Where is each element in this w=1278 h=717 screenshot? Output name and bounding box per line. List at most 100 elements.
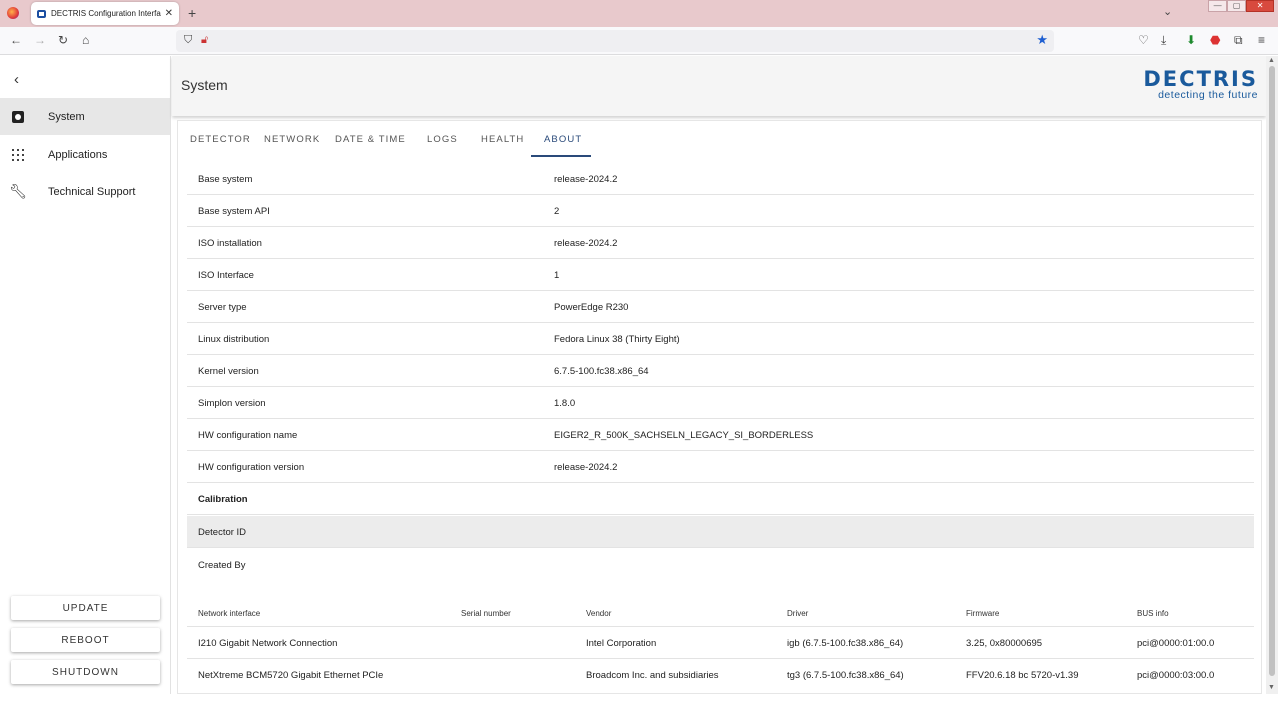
info-key: Base system API — [198, 206, 270, 217]
info-value: 1 — [554, 270, 560, 281]
info-key: Linux distribution — [198, 334, 270, 345]
info-key: Simplon version — [198, 398, 266, 409]
info-row-base-system-api: Base system API 2 — [187, 195, 1254, 227]
info-row-linux-distribution: Linux distribution Fedora Linux 38 (Thir… — [187, 323, 1254, 355]
back-arrow-icon[interactable]: ← — [10, 33, 22, 47]
info-row-iso-installation: ISO installation release-2024.2 — [187, 227, 1254, 259]
info-row-iso-interface: ISO Interface 1 — [187, 259, 1254, 291]
shutdown-button[interactable]: SHUTDOWN — [11, 660, 160, 684]
info-row-base-system: Base system release-2024.2 — [187, 163, 1254, 195]
info-key: HW configuration version — [198, 462, 305, 473]
sidebar-item-system[interactable]: System — [0, 98, 170, 135]
table-cell: FFV20.6.18 bc 5720-v1.39 — [966, 670, 1079, 681]
wrench-icon: 🔧︎ — [9, 183, 27, 199]
forward-arrow-icon[interactable]: → — [34, 33, 46, 47]
update-button[interactable]: UPDATE — [11, 596, 160, 620]
column-header: Network interface — [198, 609, 261, 618]
scrollbar-thumb[interactable] — [1269, 66, 1275, 676]
tab-list-icon[interactable]: ⌄ — [1163, 5, 1172, 18]
apps-grid-icon — [11, 148, 25, 162]
tab-health[interactable]: HEALTH — [481, 134, 524, 145]
table-row: I210 Gigabit Network Connection Intel Co… — [187, 627, 1254, 659]
table-cell: pci@0000:03:00.0 — [1137, 670, 1215, 681]
sidebar-item-label: System — [48, 110, 85, 123]
column-header: Vendor — [586, 609, 612, 618]
browser-tabbar: DECTRIS Configuration Interface ✕ + ⌄ — … — [0, 0, 1278, 27]
info-value: 1.8.0 — [554, 398, 576, 409]
tab-bar: DETECTOR NETWORK DATE & TIME LOGS HEALTH… — [178, 121, 1261, 157]
page-scrollbar[interactable]: ▲ ▼ — [1266, 56, 1278, 694]
page-title: System — [181, 77, 228, 93]
sidebar: ‹ System Applications 🔧︎ Technical Suppo… — [0, 56, 171, 694]
scroll-down-icon[interactable]: ▼ — [1268, 684, 1275, 691]
tab-detector[interactable]: DETECTOR — [190, 134, 251, 145]
downloads-icon[interactable]: ⤓ — [1161, 33, 1166, 48]
home-icon[interactable]: ⌂ — [82, 33, 89, 47]
info-value: Fedora Linux 38 (Thirty Eight) — [554, 334, 680, 345]
table-row: NetXtreme BCM5720 Gigabit Ethernet PCIe … — [187, 659, 1254, 691]
active-tab-indicator — [531, 155, 591, 157]
table-cell: NetXtreme BCM5720 Gigabit Ethernet PCIe — [198, 670, 384, 681]
table-cell: I210 Gigabit Network Connection — [198, 638, 338, 649]
new-tab-button[interactable]: + — [188, 5, 196, 21]
table-cell: pci@0000:01:00.0 — [1137, 638, 1215, 649]
reboot-button[interactable]: REBOOT — [11, 628, 160, 652]
download-green-icon[interactable]: ⬇ — [1186, 33, 1196, 47]
menu-icon[interactable]: ≡ — [1258, 33, 1265, 47]
tab-close-icon[interactable]: ✕ — [165, 8, 173, 19]
system-icon — [11, 110, 25, 124]
adblock-icon[interactable]: ⬣ — [1210, 33, 1220, 47]
close-window-button[interactable]: ✕ — [1246, 0, 1274, 12]
dectris-favicon-icon — [37, 9, 46, 18]
sidebar-item-technical-support[interactable]: 🔧︎ Technical Support — [0, 173, 170, 210]
table-cell: Broadcom Inc. and subsidiaries — [586, 670, 719, 681]
browser-navbar: ← → ↻ ⌂ ⛉ 🔓︎ ★ ♡ ⤓ ⬇ ⬣ ⧉ ≡ — [0, 27, 1278, 55]
info-key: Kernel version — [198, 366, 259, 377]
maximize-button[interactable]: ▢ — [1227, 0, 1247, 12]
tab-about[interactable]: ABOUT — [544, 134, 582, 145]
page-header: System DECTRIS detecting the future — [172, 56, 1266, 116]
info-value: PowerEdge R230 — [554, 302, 629, 313]
info-value: release-2024.2 — [554, 174, 618, 185]
column-header: Driver — [787, 609, 809, 618]
shield-icon[interactable]: ⛉ — [184, 34, 192, 47]
column-header: Firmware — [966, 609, 1000, 618]
sidebar-item-applications[interactable]: Applications — [0, 136, 170, 173]
bookmark-star-icon[interactable]: ★ — [1036, 32, 1048, 48]
extensions-icon[interactable]: ⧉ — [1234, 33, 1243, 48]
window-controls: — ▢ ✕ — [1208, 0, 1274, 12]
browser-tab[interactable]: DECTRIS Configuration Interface ✕ — [31, 2, 179, 25]
url-bar[interactable]: ⛉ 🔓︎ ★ — [176, 30, 1054, 52]
logo-tagline: detecting the future — [1158, 89, 1258, 101]
info-key: Detector ID — [198, 527, 247, 538]
table-cell: 3.25, 0x80000695 — [966, 638, 1043, 649]
insecure-lock-icon[interactable]: 🔓︎ — [201, 34, 208, 47]
chevron-left-icon[interactable]: ‹ — [14, 71, 19, 88]
column-header: Serial number — [461, 609, 511, 618]
reload-icon[interactable]: ↻ — [58, 33, 68, 47]
scroll-up-icon[interactable]: ▲ — [1268, 57, 1275, 64]
logo-word: DECTRIS — [1143, 67, 1258, 91]
info-row-kernel-version: Kernel version 6.7.5-100.fc38.x86_64 — [187, 355, 1254, 387]
tab-network[interactable]: NETWORK — [264, 134, 320, 145]
dectris-logo: DECTRIS detecting the future — [1143, 69, 1258, 101]
info-value: release-2024.2 — [554, 462, 618, 473]
info-value: 6.7.5-100.fc38.x86_64 — [554, 366, 649, 377]
info-row-created-by: Created By — [187, 549, 1254, 581]
info-value: EIGER2_R_500K_SACHSELN_LEGACY_SI_BORDERL… — [554, 430, 814, 441]
firefox-logo-icon[interactable] — [7, 7, 19, 19]
info-key: Base system — [198, 174, 253, 185]
tab-date-time[interactable]: DATE & TIME — [335, 134, 406, 145]
table-cell: Intel Corporation — [586, 638, 657, 649]
info-value: release-2024.2 — [554, 238, 618, 249]
minimize-button[interactable]: — — [1208, 0, 1228, 12]
table-cell: igb (6.7.5-100.fc38.x86_64) — [787, 638, 904, 649]
info-key: Created By — [198, 560, 246, 571]
pocket-icon[interactable]: ♡ — [1138, 33, 1149, 47]
sidebar-item-label: Technical Support — [48, 185, 136, 198]
tab-logs[interactable]: LOGS — [427, 134, 458, 145]
network-table-header: Network interface Serial number Vendor D… — [187, 597, 1254, 627]
calibration-heading-row: Calibration — [187, 483, 1254, 515]
info-row-hw-configuration-name: HW configuration name EIGER2_R_500K_SACH… — [187, 419, 1254, 451]
sidebar-item-label: Applications — [48, 148, 108, 161]
